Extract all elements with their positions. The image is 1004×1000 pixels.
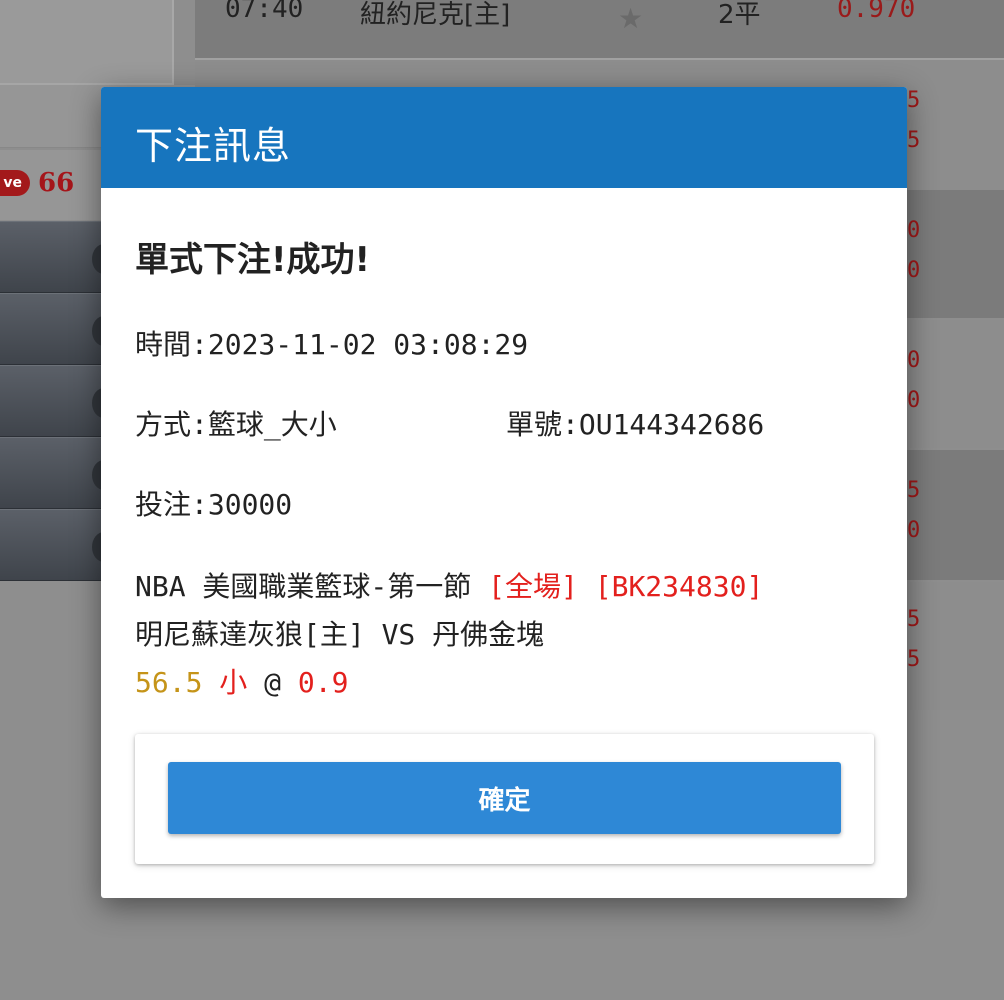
bet-status: 單式下注!成功! — [135, 240, 371, 280]
live-badge: ve — [0, 170, 30, 196]
odds-value: 0.9 — [297, 666, 349, 699]
odds-value: 5 — [907, 607, 921, 632]
odds-value: 5 — [907, 128, 921, 153]
odds-value: 5 — [907, 647, 921, 672]
favorite-star-icon: ★ — [618, 2, 644, 35]
bet-method-line: 方式:籃球_大小 — [135, 403, 337, 443]
match-handicap: 2平 — [718, 0, 761, 30]
odds-value: 0 — [907, 258, 921, 283]
game-code: [BK234830] — [594, 570, 764, 603]
odds-value: 5 — [907, 478, 921, 503]
dialog-header: 下注訊息 — [101, 87, 907, 188]
sidebar-panel — [0, 0, 174, 85]
ticket-number-line: 單號:OU144342686 — [506, 403, 764, 443]
pick-value: 小 — [219, 666, 248, 699]
match-odds: 0.970 — [837, 0, 916, 24]
time-value: 2023-11-02 03:08:29 — [207, 328, 529, 361]
time-label: 時間: — [135, 328, 208, 361]
bet-time-line: 時間:2023-11-02 03:08:29 — [135, 323, 528, 363]
live-score: 66 — [38, 168, 75, 198]
bet-info-dialog: 下注訊息 單式下注!成功! 時間:2023-11-02 03:08:29 方式:… — [101, 87, 907, 898]
ticket-label: 單號: — [506, 408, 579, 441]
match-team: 紐約尼克[主] — [360, 0, 511, 30]
stake-label: 投注: — [135, 488, 208, 521]
ticket-value: OU144342686 — [578, 408, 765, 441]
line-value: 56.5 — [135, 666, 203, 699]
matchup-line: 明尼蘇達灰狼[主] VS 丹佛金塊 — [135, 618, 545, 651]
stake-line: 投注:30000 — [135, 483, 292, 523]
period-tag: [全場] — [488, 570, 578, 603]
odds-value: 0 — [907, 348, 921, 373]
league-name: NBA 美國職業籃球-第一節 — [135, 570, 472, 603]
odds-value: 5 — [907, 88, 921, 113]
selection-line: 56.5 小 @ 0.9 — [135, 661, 348, 701]
league-line: NBA 美國職業籃球-第一節 [全場] [BK234830] — [135, 565, 763, 605]
odds-value: 0 — [907, 388, 921, 413]
method-value: 籃球_大小 — [207, 408, 337, 441]
button-card: 確定 — [135, 734, 874, 864]
dialog-title: 下注訊息 — [135, 124, 292, 168]
stake-value: 30000 — [207, 488, 293, 521]
odds-value: 0 — [907, 518, 921, 543]
match-row: 07:40 紐約尼克[主] ★ 2平 0.970 — [195, 0, 1004, 60]
at-symbol: @ — [264, 666, 282, 699]
confirm-button[interactable]: 確定 — [168, 762, 841, 834]
odds-value: 0 — [907, 218, 921, 243]
method-label: 方式: — [135, 408, 208, 441]
match-time: 07:40 — [225, 0, 304, 24]
